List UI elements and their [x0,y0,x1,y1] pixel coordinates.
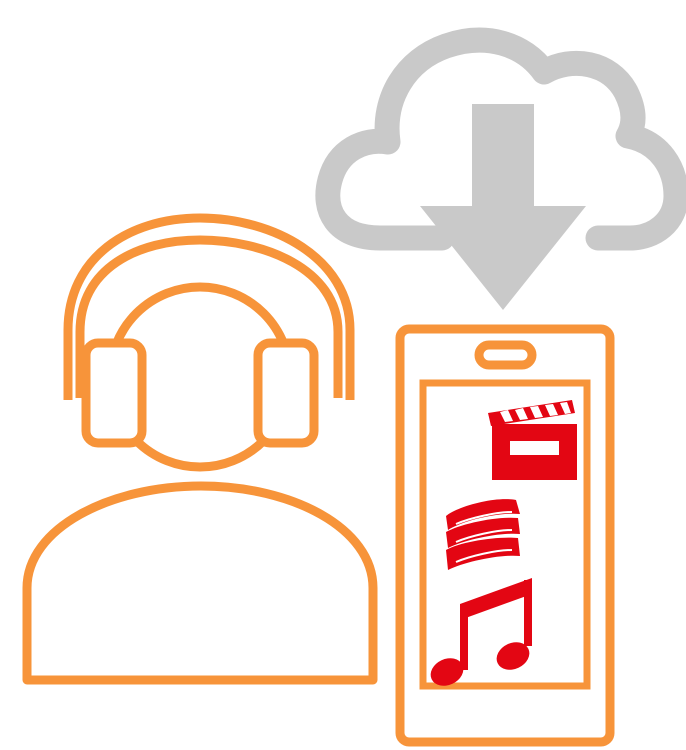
cloud-download-icon [315,27,686,310]
left-ear-cup [81,338,147,448]
download-arrow [420,104,586,310]
right-ear-cup [253,338,319,448]
person-body [22,481,378,685]
music-note-icon [430,578,532,686]
film-clapper-icon [488,400,577,480]
note-stem-right [524,580,532,646]
clapper-slot [510,441,559,455]
note-beam [460,578,532,620]
person-with-headphones-icon [22,213,378,685]
phone-speaker [474,340,537,370]
note-stem-left [460,604,468,670]
download-media-illustration [0,0,686,750]
phone-body [395,324,615,747]
books-stack-icon [446,499,520,570]
smartphone-icon [395,324,615,747]
